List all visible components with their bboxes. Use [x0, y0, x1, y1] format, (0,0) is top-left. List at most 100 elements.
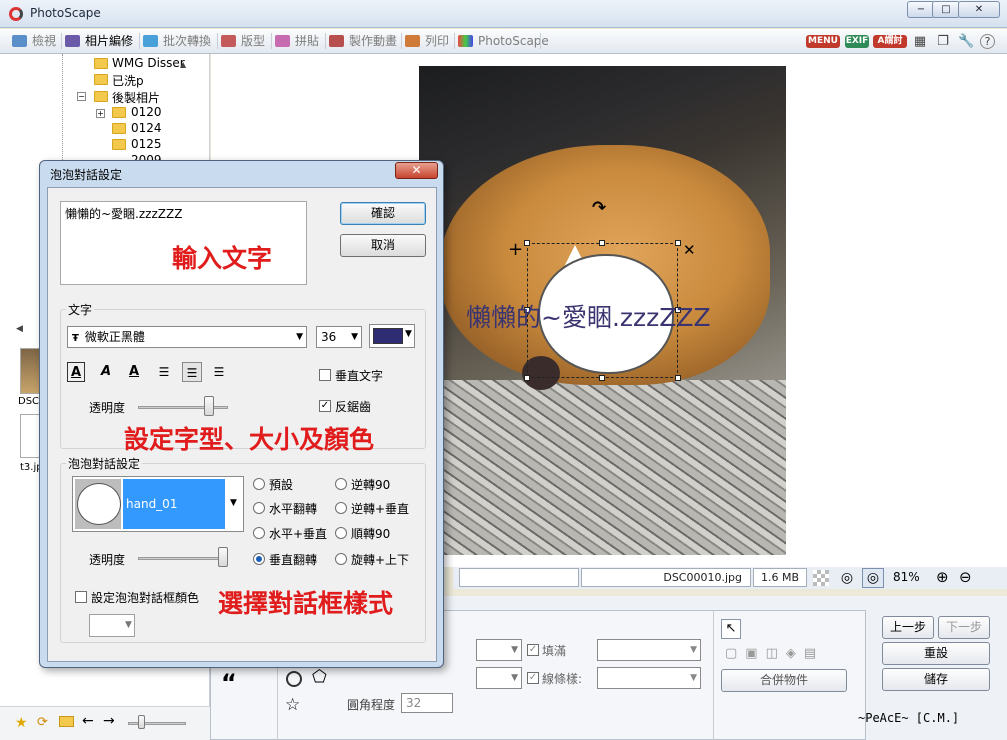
vertical-text-checkbox[interactable]: [319, 369, 331, 381]
forward-arrow-icon[interactable]: →: [103, 713, 115, 729]
bold-icon[interactable]: A: [67, 362, 85, 382]
align-center-icon[interactable]: ☰: [182, 362, 202, 382]
star-icon[interactable]: ★: [15, 715, 28, 731]
refresh-icon[interactable]: ⟳: [37, 715, 48, 730]
cancel-button[interactable]: 取消: [340, 234, 426, 257]
bubble-opacity-handle[interactable]: [218, 547, 228, 567]
actual-size-icon[interactable]: ◎: [862, 568, 884, 588]
star-shape-icon[interactable]: ☆: [285, 695, 300, 715]
outline-checkbox[interactable]: ✓: [527, 672, 539, 684]
slideshow-icon[interactable]: ▦: [912, 34, 928, 50]
tools-icon[interactable]: 🔧: [958, 34, 974, 50]
align-left-icon[interactable]: ☰: [155, 362, 173, 382]
align-right-icon[interactable]: ☰: [210, 362, 228, 382]
expand-icon[interactable]: +: [96, 109, 105, 118]
scroll-left-icon[interactable]: ◀: [16, 324, 23, 334]
tab-combine[interactable]: 拼貼: [275, 32, 319, 51]
antialias-checkbox[interactable]: ✓: [319, 400, 331, 412]
close-button[interactable]: ✕: [958, 1, 1000, 18]
option-flip-v-radio[interactable]: [253, 553, 265, 565]
pentagon-shape-icon[interactable]: ⬠: [312, 667, 327, 687]
text-opacity-slider[interactable]: [138, 406, 228, 409]
option-rotate-flip-radio[interactable]: [335, 553, 347, 565]
option-rotate-cw-radio[interactable]: [335, 527, 347, 539]
zoom-out-icon[interactable]: ⊖: [959, 568, 972, 586]
fill-checkbox[interactable]: ✓: [527, 644, 539, 656]
rotate-icon[interactable]: ↷: [592, 198, 606, 218]
corner-input[interactable]: 32: [401, 693, 453, 713]
quote-icon[interactable]: “: [221, 669, 237, 697]
tab-print[interactable]: 列印: [405, 32, 449, 51]
outline-style-combo[interactable]: ▼: [597, 667, 701, 689]
fit-icon[interactable]: ◎: [838, 569, 856, 587]
language-badge[interactable]: A謂討: [873, 35, 907, 48]
font-color-picker[interactable]: ▼: [369, 324, 415, 348]
tab-viewer[interactable]: 檢視: [12, 32, 56, 51]
back-arrow-icon[interactable]: ←: [82, 713, 94, 729]
tree-item[interactable]: 0125: [131, 137, 162, 151]
resize-handle[interactable]: [524, 240, 530, 246]
resize-handle[interactable]: [599, 375, 605, 381]
thumbnail-size-slider[interactable]: [128, 722, 186, 725]
bubble-color-checkbox[interactable]: [75, 591, 87, 603]
outline-label: 線條樣:: [542, 672, 583, 686]
tree-item[interactable]: 後製相片: [112, 89, 160, 106]
option-flip-h-radio[interactable]: [253, 502, 265, 514]
color-combo-2[interactable]: ▼: [476, 667, 522, 689]
fill-style-combo[interactable]: ▼: [597, 639, 701, 661]
tab-photoscape[interactable]: PhotoScape: [458, 32, 549, 51]
tree-item[interactable]: WMG Disser: [112, 56, 185, 70]
option-rotate-ccw-radio[interactable]: [335, 478, 347, 490]
resize-handle[interactable]: [524, 375, 530, 381]
tab-page[interactable]: 版型: [221, 32, 265, 51]
resize-handle[interactable]: [675, 240, 681, 246]
tab-editor[interactable]: 相片編修: [65, 32, 133, 51]
object-order-icons[interactable]: ▢▣◫◈▤: [725, 646, 824, 661]
menu-badge[interactable]: MENU: [806, 35, 840, 48]
exif-badge[interactable]: EXIF: [845, 35, 869, 48]
folder-icon: [112, 107, 126, 118]
save-button[interactable]: 儲存: [882, 668, 990, 691]
collapse-icon[interactable]: −: [77, 92, 86, 101]
ok-button[interactable]: 確認: [340, 202, 426, 225]
minimize-button[interactable]: −: [907, 1, 935, 18]
resize-handle[interactable]: [599, 240, 605, 246]
bubble-color-picker[interactable]: ▼: [89, 614, 135, 637]
reset-button[interactable]: 重設: [882, 642, 990, 665]
text-opacity-handle[interactable]: [203, 396, 214, 416]
option-flip-hv-radio[interactable]: [253, 527, 265, 539]
open-folder-icon[interactable]: [59, 716, 74, 727]
scroll-up-icon[interactable]: ▲: [180, 60, 186, 69]
delete-object-icon[interactable]: ✕: [683, 241, 696, 259]
tab-batch[interactable]: 批次轉換: [143, 32, 211, 51]
italic-icon[interactable]: A: [97, 362, 115, 382]
tree-item[interactable]: 0120: [131, 105, 162, 119]
pointer-icon[interactable]: ↖: [721, 619, 741, 639]
zoom-in-icon[interactable]: ⊕: [936, 568, 949, 586]
bubble-style-combo[interactable]: hand_01 ▼: [72, 476, 244, 532]
font-combo[interactable]: Ŧ 微軟正黑體 ▼: [67, 326, 307, 348]
divider: [713, 611, 714, 740]
circle-shape-icon[interactable]: [286, 671, 302, 687]
option-ccw-vertical-radio[interactable]: [335, 502, 347, 514]
duplicate-icon[interactable]: +: [508, 239, 523, 260]
undo-button[interactable]: 上一步: [882, 616, 934, 639]
help-icon[interactable]: ?: [980, 34, 995, 49]
resize-handle[interactable]: [675, 375, 681, 381]
option-default-radio[interactable]: [253, 478, 265, 490]
tree-item[interactable]: 已洗p: [112, 72, 144, 89]
color-combo[interactable]: ▼: [476, 639, 522, 661]
combine-icon: [275, 35, 290, 47]
font-size-combo[interactable]: 36 ▼: [316, 326, 362, 348]
dialog-close-button[interactable]: ✕: [395, 162, 438, 179]
thumbnail-size-handle[interactable]: [138, 715, 145, 729]
bubble-opacity-slider[interactable]: [138, 557, 228, 560]
maximize-button[interactable]: □: [932, 1, 960, 18]
redo-button[interactable]: 下一步: [938, 616, 990, 639]
merge-objects-button[interactable]: 合併物件: [721, 669, 847, 692]
copy-icon[interactable]: ❐: [935, 34, 951, 50]
tab-animated-gif[interactable]: 製作動畫: [329, 32, 397, 51]
text-input-area[interactable]: 懶懶的~愛睏.zzzZZZ 輸入文字: [60, 201, 307, 285]
underline-icon[interactable]: A: [125, 362, 143, 382]
tree-item[interactable]: 0124: [131, 121, 162, 135]
